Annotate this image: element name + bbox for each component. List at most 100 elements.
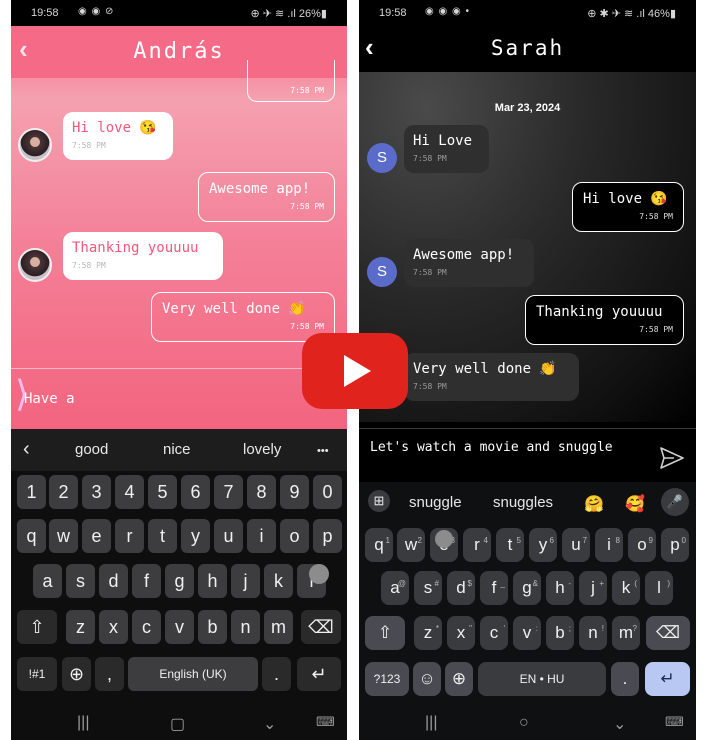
key[interactable]: h [198, 564, 227, 598]
key[interactable]: g [165, 564, 194, 598]
message-bubble-incoming[interactable]: Hi Love 7:58 PM [404, 125, 489, 173]
message-bubble-outgoing[interactable]: Hi love 😘 7:58 PM [572, 182, 684, 232]
suggestion-word[interactable]: lovely [243, 441, 281, 458]
key[interactable]: ? m [612, 616, 640, 650]
key[interactable]: ; b [546, 616, 574, 650]
key[interactable]: w [49, 519, 78, 553]
key[interactable]: 2w [397, 528, 425, 562]
key[interactable]: o [280, 519, 309, 553]
key[interactable]: 4 [115, 475, 144, 509]
key[interactable]: q [17, 519, 46, 553]
back-nav-icon[interactable]: ⌄ [263, 714, 276, 734]
message-bubble-incoming[interactable]: Very well done 👏 7:58 PM [404, 353, 579, 401]
comma-key[interactable]: , [95, 657, 124, 691]
video-play-button[interactable] [302, 333, 408, 409]
key[interactable]: 7u [562, 528, 590, 562]
globe-key[interactable]: ⊕ [445, 662, 473, 696]
key[interactable]: d [99, 564, 128, 598]
key[interactable]: t [148, 519, 177, 553]
key[interactable]: -h [546, 571, 574, 605]
key[interactable]: 5t [496, 528, 524, 562]
key[interactable]: p [313, 519, 342, 553]
symbols-key[interactable]: ?123 [365, 662, 409, 696]
key[interactable]: a [33, 564, 62, 598]
key[interactable]: @ a [381, 571, 409, 605]
key[interactable]: 6y [529, 528, 557, 562]
back-nav-icon[interactable]: ⌄ [613, 714, 626, 734]
backspace-key[interactable]: ⌫ [301, 610, 341, 644]
key[interactable]: 1q [365, 528, 393, 562]
key[interactable]: k [264, 564, 293, 598]
key[interactable]: v [165, 610, 194, 644]
key[interactable]: u [214, 519, 243, 553]
message-bubble-incoming[interactable]: Thanking youuuu 7:58 PM [63, 232, 223, 280]
emoji-suggestion[interactable]: 🤗 [584, 494, 604, 514]
key[interactable]: 8 [247, 475, 276, 509]
message-input[interactable]: Let's watch a movie and snuggle [370, 441, 630, 455]
message-input[interactable]: Have a [24, 391, 75, 407]
key[interactable]: b [198, 610, 227, 644]
message-bubble-incoming[interactable]: Hi love 😘 7:58 PM [63, 112, 173, 160]
key[interactable]: z [66, 610, 95, 644]
key[interactable]: " x [447, 616, 475, 650]
home-icon[interactable]: ▢ [170, 714, 185, 734]
key[interactable]: 8i [595, 528, 623, 562]
period-key[interactable]: . [262, 657, 291, 691]
more-options-icon[interactable]: ••• [317, 445, 329, 457]
emoji-suggestion[interactable]: 🥰 [625, 494, 645, 514]
avatar[interactable] [18, 248, 52, 282]
symbols-key[interactable]: !#1 [17, 657, 57, 691]
key[interactable]: ) l [645, 571, 673, 605]
shift-key[interactable]: ⇧ [365, 616, 405, 650]
home-icon[interactable]: ○ [519, 714, 529, 732]
send-icon[interactable] [660, 447, 684, 469]
enter-key[interactable]: ↵ [645, 662, 690, 696]
enter-key[interactable]: ↵ [297, 657, 341, 691]
key[interactable]: $ d [447, 571, 475, 605]
message-bubble-incoming[interactable]: Awesome app! 7:58 PM [404, 239, 534, 287]
key[interactable]: :v [513, 616, 541, 650]
key[interactable]: 0 [313, 475, 342, 509]
mic-icon[interactable]: 🎤 [661, 488, 689, 516]
message-bubble-outgoing[interactable]: Very well done 👏 7:58 PM [151, 292, 335, 342]
key[interactable]: 4r [463, 528, 491, 562]
globe-key[interactable]: ⊕ [62, 657, 91, 691]
suggestion-word[interactable]: snuggles [493, 494, 553, 511]
period-key[interactable]: . [611, 662, 639, 696]
avatar[interactable]: S [367, 143, 397, 173]
avatar[interactable] [18, 128, 52, 162]
key[interactable]: e [82, 519, 111, 553]
key[interactable]: y [181, 519, 210, 553]
key[interactable]: 6 [181, 475, 210, 509]
grid-icon[interactable]: ⊞ [368, 490, 390, 512]
key[interactable]: _ f [480, 571, 508, 605]
avatar[interactable]: S [367, 257, 397, 287]
shift-key[interactable]: ⇧ [17, 610, 57, 644]
key[interactable]: i [247, 519, 276, 553]
message-bubble-outgoing[interactable]: 7:58 PM [247, 60, 335, 102]
key[interactable]: ! n [579, 616, 607, 650]
recent-apps-icon[interactable]: ||| [77, 714, 89, 732]
key[interactable]: 3 [82, 475, 111, 509]
key[interactable]: 5 [148, 475, 177, 509]
key[interactable]: # s [414, 571, 442, 605]
key[interactable]: c [132, 610, 161, 644]
emoji-key[interactable]: ☺ [413, 662, 441, 696]
key[interactable]: 1 [17, 475, 46, 509]
suggestion-word[interactable]: nice [163, 441, 191, 458]
key[interactable]: 9 [280, 475, 309, 509]
key[interactable]: + j [579, 571, 607, 605]
backspace-key[interactable]: ⌫ [646, 616, 690, 650]
key[interactable]: 7 [214, 475, 243, 509]
key[interactable]: & g [513, 571, 541, 605]
key[interactable]: 9o [628, 528, 656, 562]
key[interactable]: j [231, 564, 260, 598]
suggestion-word[interactable]: good [75, 441, 108, 458]
space-key[interactable]: English (UK) [128, 657, 258, 691]
suggestion-back-icon[interactable]: ‹ [23, 438, 30, 461]
key[interactable]: * z [414, 616, 442, 650]
key[interactable]: s [66, 564, 95, 598]
suggestion-word[interactable]: snuggle [409, 494, 462, 511]
key[interactable]: x [99, 610, 128, 644]
space-key[interactable]: EN • HU [478, 662, 606, 696]
